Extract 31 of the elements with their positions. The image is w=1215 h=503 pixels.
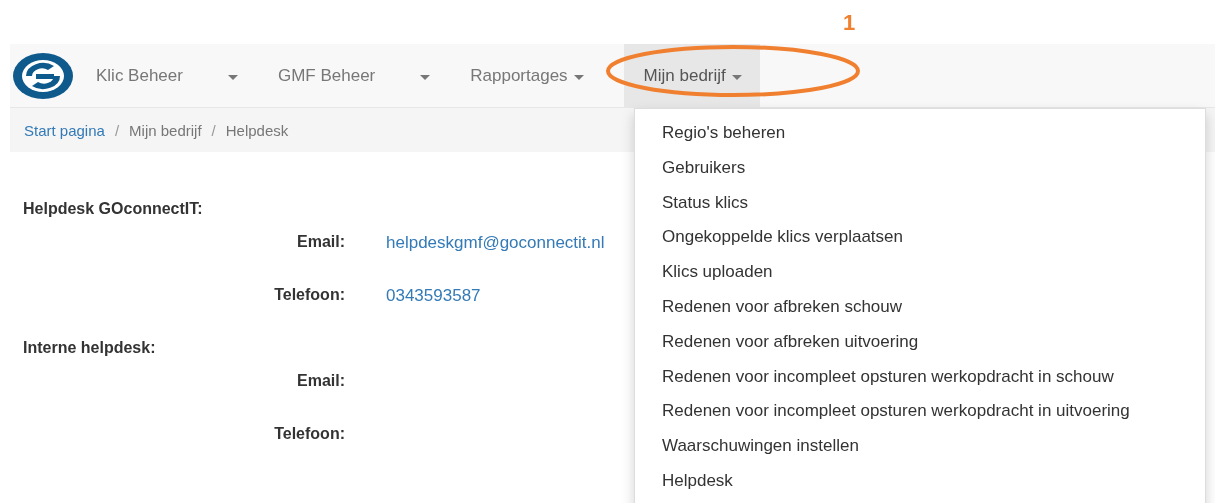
dropdown-item[interactable]: Regio's beheren [635,119,1205,154]
section-title: Helpdesk GOconnectIT: [23,200,203,218]
caret-icon [573,74,584,80]
nav-menu-item[interactable]: Klic Beheer [96,44,238,107]
dropdown-item[interactable]: Redenen voor afbreken schouw [635,293,1205,328]
breadcrumb-separator: / [114,121,120,139]
section-title: Interne helpdesk: [23,339,156,357]
field-label: Telefoon: [273,425,345,444]
breadcrumb-link[interactable]: Start pagina [24,121,105,139]
nav-menu-item[interactable]: GMF Beheer [277,44,431,107]
caret-icon [227,74,238,80]
dropdown-item[interactable]: Klics uploaden [635,258,1205,293]
field-label: Email: [296,233,345,252]
dropdown-item[interactable]: Status klics [635,188,1205,224]
breadcrumb-item: Helpdesk [225,121,289,139]
dropdown-item[interactable]: Ongekoppelde klics verplaatsen [635,223,1205,259]
dropdown-item[interactable]: Helpdesk [635,466,1205,502]
nav-menu-item[interactable]: Rapportages [470,44,584,107]
dropdown-item[interactable]: Redenen voor incompleet opsturen werkopdracht in schouw [635,362,1205,398]
logo-icon[interactable] [12,51,74,100]
field-label: Telefoon: [273,286,345,305]
dropdown-item[interactable]: Waarschuwingen instellen [635,432,1205,467]
dropdown-item[interactable]: Redenen voor afbreken uitvoering [635,327,1205,363]
caret-icon [731,74,742,80]
field-label: Email: [296,372,345,391]
breadcrumb-separator: / [211,121,216,139]
breadcrumb-item: Mijn bedrijf [129,121,202,139]
annotation-number: 1 [843,10,856,36]
dropdown-item[interactable]: Gebruikers [635,153,1205,189]
dropdown-item[interactable]: Redenen voor incompleet opsturen werkopdracht in uitvoering [635,397,1205,433]
caret-icon [420,74,431,80]
